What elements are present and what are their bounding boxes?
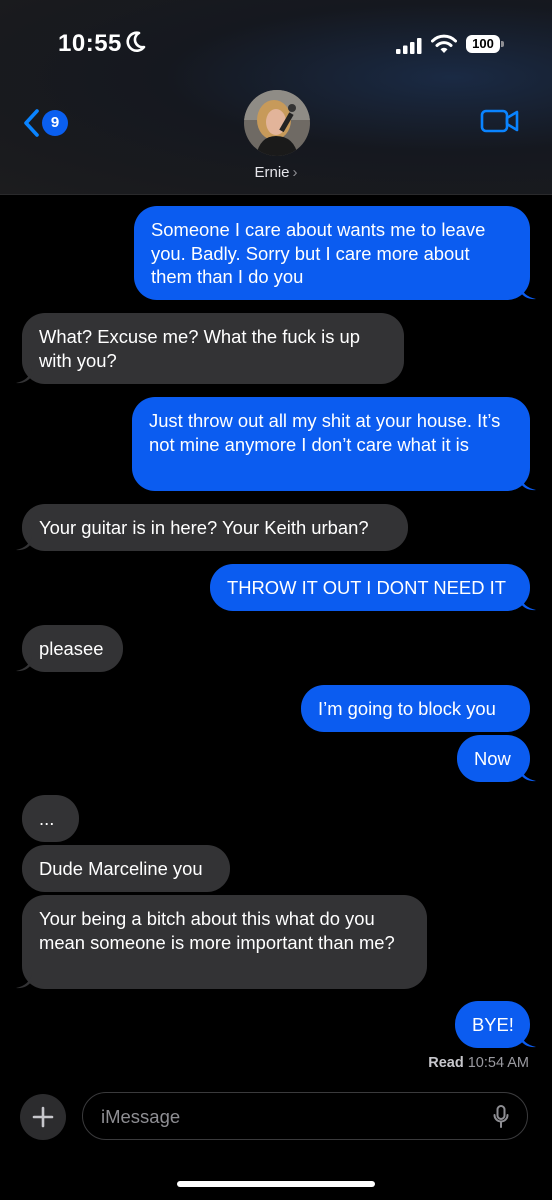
contact-avatar[interactable] — [244, 90, 310, 156]
message-input[interactable]: iMessage — [82, 1092, 528, 1140]
contact-name-button[interactable]: Ernie › — [0, 164, 552, 181]
video-camera-icon[interactable] — [480, 108, 520, 134]
message-bubble-received[interactable]: Your guitar is in here? Your Keith urban… — [22, 504, 408, 551]
bubble-tail — [520, 1032, 536, 1048]
message-bubble-sent[interactable]: I’m going to block you — [301, 685, 530, 732]
contact-name: Ernie — [254, 164, 290, 181]
message-input-placeholder: iMessage — [101, 1106, 181, 1127]
bubble-tail — [520, 475, 536, 491]
microphone-icon[interactable] — [493, 1105, 509, 1129]
chevron-right-icon: › — [292, 164, 298, 181]
wifi-icon — [431, 34, 457, 53]
message-bubble-received[interactable]: Dude Marceline you — [22, 845, 230, 892]
plus-icon — [32, 1106, 54, 1128]
message-bubble-sent[interactable]: Someone I care about wants me to leave y… — [134, 206, 530, 300]
message-bubble-sent[interactable]: BYE! — [455, 1001, 530, 1048]
status-bar: 10:55 100 — [0, 0, 552, 90]
message-bubble-received[interactable]: pleasee — [22, 625, 123, 672]
message-bubble-received[interactable]: ... — [22, 795, 79, 842]
battery-level: 100 — [466, 35, 500, 53]
message-bubble-sent[interactable]: THROW IT OUT I DONT NEED IT — [210, 564, 530, 611]
read-receipt-label: Read — [428, 1055, 464, 1071]
bubble-tail — [16, 973, 32, 989]
moon-icon — [126, 31, 146, 52]
battery-icon: 100 — [466, 35, 504, 53]
message-bubble-sent[interactable]: Just throw out all my shit at your house… — [132, 397, 530, 491]
bubble-tail — [16, 656, 32, 672]
signal-icon — [396, 38, 422, 54]
bubble-tail — [520, 284, 536, 300]
conversation-header: 10:55 100 9 Ernie › — [0, 0, 552, 195]
chevron-left-icon — [24, 109, 39, 137]
message-bubble-received[interactable]: Your being a bitch about this what do yo… — [22, 895, 427, 989]
home-indicator[interactable] — [177, 1181, 375, 1187]
back-button[interactable]: 9 — [20, 104, 80, 144]
bubble-tail — [16, 535, 32, 551]
apps-plus-button[interactable] — [20, 1094, 66, 1140]
read-receipt: Read 10:54 AM — [428, 1055, 529, 1071]
unread-count-badge: 9 — [42, 110, 68, 136]
read-receipt-time: 10:54 AM — [467, 1055, 529, 1071]
message-bubble-received[interactable]: What? Excuse me? What the fuck is up wit… — [22, 313, 404, 384]
status-time: 10:55 — [58, 30, 122, 57]
bubble-tail — [520, 595, 536, 611]
bubble-tail — [520, 766, 536, 782]
bubble-tail — [16, 368, 32, 384]
